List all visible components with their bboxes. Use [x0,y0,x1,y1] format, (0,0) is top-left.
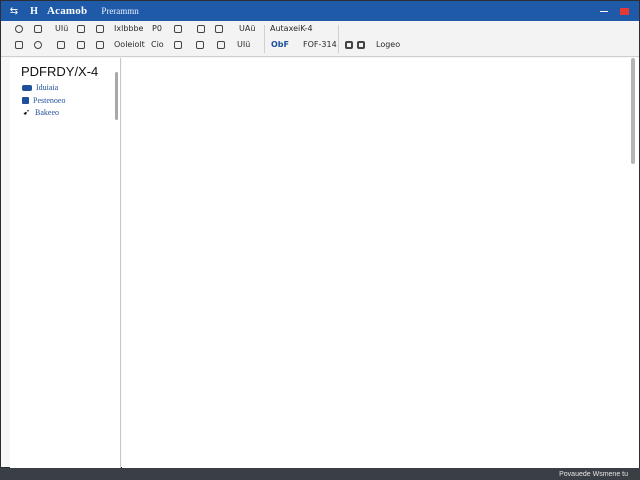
toolbar-text-4[interactable]: UAü [239,24,255,33]
folder-icon [22,84,32,91]
sidebar-item-label: Bakeeo [35,108,59,117]
sidebar-item-label: Iduiaia [36,83,59,92]
minimize-button[interactable] [600,10,608,12]
toolbar-button-17[interactable] [357,41,365,49]
circle-icon [15,25,23,33]
toolbar-button-6[interactable] [197,25,205,33]
toolbar-button-1[interactable] [15,25,23,33]
toolbar-text-5[interactable]: AutaxeiK-4 [270,24,313,33]
rounded-square-icon [34,25,42,33]
frame-icon [174,25,182,33]
sidebar-item-3[interactable]: ➹ Bakeeo [22,107,59,117]
title-bar: ⇆ H Acamob Prerammn [1,1,639,21]
separator [264,25,265,53]
toolbar-button-2[interactable] [34,25,42,33]
app-name: Acamob [47,5,88,17]
toolbar-button-5[interactable] [174,25,182,33]
rounded-square-icon [15,41,23,49]
square-icon [77,25,85,33]
toolbar-text-9[interactable]: ObF [271,40,289,49]
bold-grid-icon [357,41,365,49]
app-logo-icon: H [30,5,38,17]
close-button[interactable] [620,7,629,15]
toolbar-text-7[interactable]: Cio [151,40,164,49]
app-window: ⇆ H Acamob Prerammn UIü Ixlbbbe P0 UAü A… [0,0,640,468]
table-icon [197,25,205,33]
main-scrollbar[interactable] [631,58,635,164]
toolbar-button-8[interactable] [15,41,23,49]
bolt-icon: ➹ [22,107,31,117]
sidebar-item-label: Pestenoeo [33,96,66,105]
table-icon [196,41,204,49]
square-icon [77,41,85,49]
layer-icon [215,25,223,33]
toolbar-text-2[interactable]: Ixlbbbe [114,24,143,33]
square-icon [96,41,104,49]
menu-item[interactable]: Prerammn [101,6,139,16]
toolbar-button-9[interactable] [34,41,42,49]
toolbar-text-3[interactable]: P0 [152,24,162,33]
sidebar-scrollbar[interactable] [115,72,118,120]
toolbar-text-6[interactable]: Ooleiolt [114,40,145,49]
toolbar-button-3[interactable] [77,25,85,33]
toolbar-button-16[interactable] [345,41,353,49]
circle-icon [34,41,42,49]
status-text: Povauede Wsmene tu [559,470,628,478]
document-canvas [122,58,639,468]
bold-grid-icon [345,41,353,49]
toolbar-button-13[interactable] [174,41,182,49]
toolbar-button-14[interactable] [196,41,204,49]
toolbar-button-10[interactable] [57,41,65,49]
toolbar-text-8[interactable]: UIü [237,40,250,49]
back-icon[interactable]: ⇆ [7,4,21,18]
layer-icon [217,41,225,49]
sidebar-item-2[interactable]: Pestenoeo [22,96,65,105]
sidebar: PDFRDY/X-4 Iduiaia Pestenoeo ➹ Bakeeo [10,58,121,468]
status-bar: Povauede Wsmene tu [0,468,640,480]
toolbar-text-1[interactable]: UIü [55,24,68,33]
toolbar-text-11[interactable]: Logeo [376,40,400,49]
sidebar-item-1[interactable]: Iduiaia [22,83,58,92]
separator [338,25,339,53]
toolbar-button-7[interactable] [215,25,223,33]
toolbar: UIü Ixlbbbe P0 UAü AutaxeiK-4 Ooleiolt C… [1,21,639,57]
toolbar-button-15[interactable] [217,41,225,49]
page-icon [22,97,29,104]
grid-icon [96,25,104,33]
toolbar-button-4[interactable] [96,25,104,33]
grid-icon [57,41,65,49]
toolbar-text-10[interactable]: FOF-314 [303,40,337,49]
toolbar-button-12[interactable] [96,41,104,49]
sidebar-title: PDFRDY/X-4 [21,64,99,79]
frame-icon [174,41,182,49]
toolbar-button-11[interactable] [77,41,85,49]
